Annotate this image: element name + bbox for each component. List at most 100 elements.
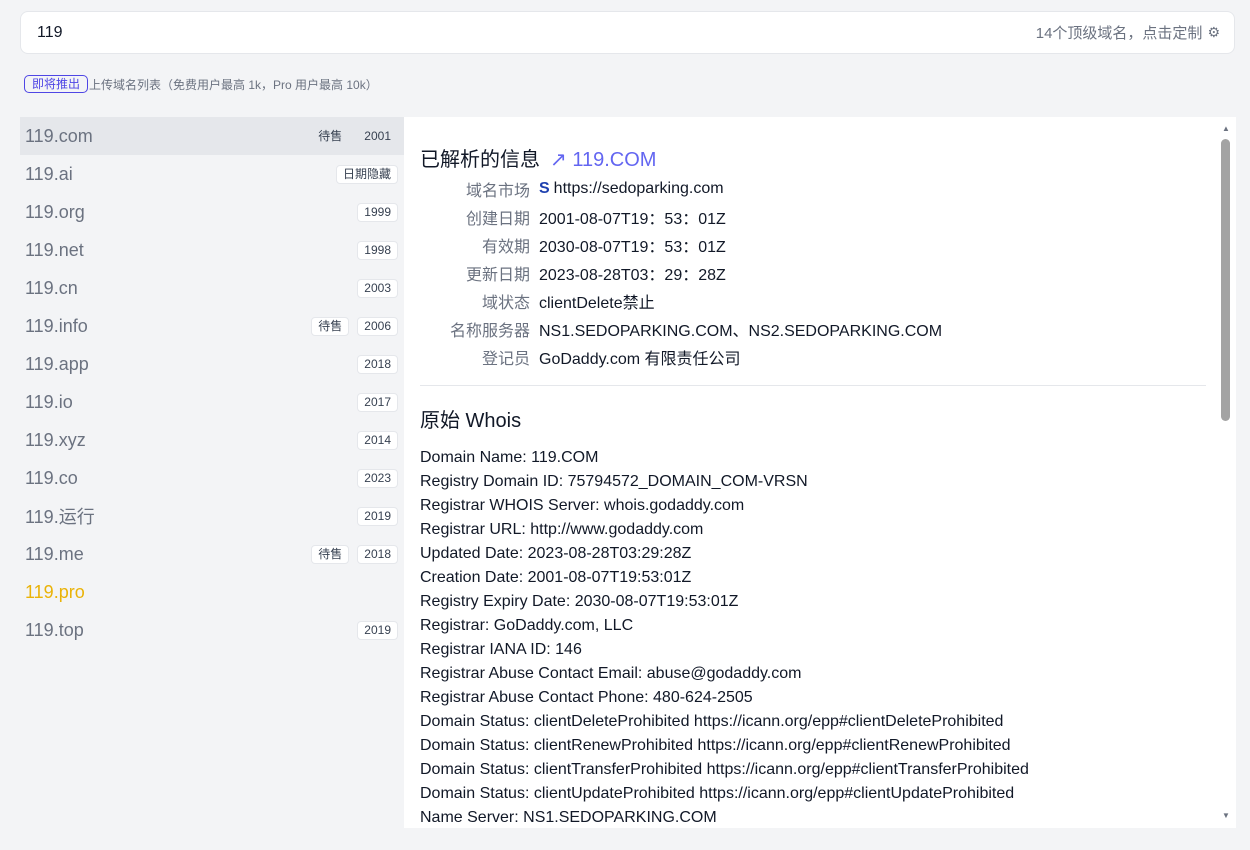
whois-line: Domain Status: clientTransferProhibited … (420, 761, 1029, 778)
domain-external-link[interactable]: ↗ 119.COM (550, 147, 656, 172)
domain-tag-badge: 待售 (318, 128, 343, 143)
info-value-text[interactable]: https://sedoparking.com (554, 180, 724, 198)
info-value: 2023-08-28T03：29：28Z (539, 261, 726, 285)
domain-tags: 2003 (357, 278, 398, 298)
info-value-text: 2023-08-28T03：29：28Z (539, 267, 726, 284)
whois-line: Registry Domain ID: 75794572_DOMAIN_COM-… (420, 473, 808, 490)
domain-tag-badge: 2019 (357, 506, 398, 526)
domain-row[interactable]: 119.pro (20, 573, 404, 611)
domain-tags: 2019 (357, 620, 398, 640)
whois-line: Domain Status: clientDeleteProhibited ht… (420, 713, 1004, 730)
search-input[interactable] (37, 23, 437, 42)
domain-tag-badge: 2014 (357, 430, 398, 450)
domain-row[interactable]: 119.ai 日期隐藏 (20, 155, 404, 193)
info-label: 登记员 (481, 351, 530, 368)
domain-tag-badge: 2018 (357, 354, 398, 374)
domain-tags: 1999 (357, 202, 398, 222)
gear-icon: ⚙ (1207, 24, 1220, 40)
info-row: 有效期 2030-08-07T19：53：01Z (420, 231, 1210, 259)
info-label: 名称服务器 (449, 323, 530, 340)
detail-scrollbar[interactable]: ▲ ▼ (1216, 117, 1236, 828)
domain-row[interactable]: 119.cn 2003 (20, 269, 404, 307)
upload-notice: 即将推出 上传域名列表（免费用户最高 1k，Pro 用户最高 10k） (24, 74, 378, 94)
sedo-logo-icon: S (539, 180, 550, 197)
domain-tag-badge: 2017 (357, 392, 398, 412)
whois-line: Name Server: NS1.SEDOPARKING.COM (420, 809, 717, 826)
coming-soon-badge: 即将推出 (24, 75, 89, 93)
tld-config-label: 14个顶级域名，点击定制 (1035, 25, 1203, 42)
domain-tags: 待售 2001 (311, 127, 398, 146)
info-row: 登记员 GoDaddy.com 有限责任公司 (420, 343, 1210, 371)
info-value: 2001-08-07T19：53：01Z (539, 205, 726, 229)
whois-line: Registrar IANA ID: 146 (420, 641, 582, 658)
scroll-up-arrow-icon[interactable]: ▲ (1221, 124, 1231, 134)
domain-row[interactable]: 119.app 2018 (20, 345, 404, 383)
info-value-text: 2001-08-07T19：53：01Z (539, 211, 726, 228)
domain-name: 119.top (25, 619, 84, 640)
domain-row[interactable]: 119.运行 2019 (20, 497, 404, 535)
scroll-down-arrow-icon[interactable]: ▼ (1221, 811, 1231, 821)
whois-line: Registrar URL: http://www.godaddy.com (420, 521, 704, 538)
domain-row[interactable]: 119.top 2019 (20, 611, 404, 649)
domain-row[interactable]: 119.net 1998 (20, 231, 404, 269)
scroll-thumb[interactable] (1221, 139, 1230, 421)
whois-line: Creation Date: 2001-08-07T19:53:01Z (420, 569, 692, 586)
whois-line: Domain Name: 119.COM (420, 449, 599, 466)
domain-tag-badge: 1999 (357, 202, 398, 222)
domain-tags: 2017 (357, 392, 398, 412)
whois-line: Domain Status: clientRenewProhibited htt… (420, 737, 1011, 754)
domain-tag-badge: 待售 (311, 544, 350, 564)
domain-tags: 2019 (357, 506, 398, 526)
domain-tags: 待售 2006 (311, 316, 398, 336)
domain-name: 119.net (25, 239, 84, 260)
tld-config-button[interactable]: 14个顶级域名，点击定制 ⚙ (1036, 22, 1220, 43)
domain-tags: 2014 (357, 430, 398, 450)
info-value: clientDelete禁止 (539, 289, 655, 313)
info-value: GoDaddy.com 有限责任公司 (539, 345, 741, 369)
info-value: NS1.SEDOPARKING.COM、NS2.SEDOPARKING.COM (539, 317, 942, 341)
info-value-text: clientDelete禁止 (539, 295, 655, 312)
domain-name: 119.pro (25, 581, 85, 602)
whois-line: Registry Expiry Date: 2030-08-07T19:53:0… (420, 593, 739, 610)
domain-tag-badge: 2023 (357, 468, 398, 488)
domain-name: 119.com (25, 125, 93, 146)
domain-name: 119.xyz (25, 429, 86, 450)
info-label: 更新日期 (465, 267, 530, 284)
whois-line: Registrar WHOIS Server: whois.godaddy.co… (420, 497, 745, 514)
info-row: 创建日期 2001-08-07T19：53：01Z (420, 203, 1210, 231)
domain-row[interactable]: 119.info 待售 2006 (20, 307, 404, 345)
info-row: 域状态 clientDelete禁止 (420, 287, 1210, 315)
domain-row[interactable]: 119.me 待售 2018 (20, 535, 404, 573)
domain-tag-badge: 2001 (364, 128, 391, 143)
domain-tags: 2023 (357, 468, 398, 488)
domain-name: 119.me (25, 543, 84, 564)
section-divider (420, 385, 1206, 386)
whois-line: Registrar Abuse Contact Phone: 480-624-2… (420, 689, 753, 706)
parsed-info-header: 已解析的信息 ↗ 119.COM (420, 143, 656, 172)
info-value: Shttps://sedoparking.com (539, 180, 724, 198)
domain-name: 119.io (25, 391, 73, 412)
domain-tags: 1998 (357, 240, 398, 260)
domain-row[interactable]: 119.com 待售 2001 (20, 117, 404, 155)
info-label: 有效期 (481, 239, 530, 256)
info-label: 域状态 (481, 295, 530, 312)
domain-tags: 2018 (357, 354, 398, 374)
domain-row[interactable]: 119.org 1999 (20, 193, 404, 231)
domain-row[interactable]: 119.xyz 2014 (20, 421, 404, 459)
domain-tags: 日期隐藏 (335, 164, 398, 184)
domain-name: 119.org (25, 201, 85, 222)
domain-row[interactable]: 119.co 2023 (20, 459, 404, 497)
domain-tag-badge: 2006 (357, 316, 398, 336)
domain-name: 119.运行 (25, 507, 95, 527)
domain-tag-badge: 1998 (357, 240, 398, 260)
info-value: 2030-08-07T19：53：01Z (539, 233, 726, 257)
domain-tag-badge: 待售 (311, 316, 350, 336)
domain-tag-badge: 日期隐藏 (335, 164, 398, 184)
info-row: 域名市场 Shttps://sedoparking.com (420, 175, 1210, 203)
domain-name: 119.info (25, 315, 88, 336)
raw-whois-title: 原始 Whois (420, 410, 522, 432)
domain-row[interactable]: 119.io 2017 (20, 383, 404, 421)
info-label: 创建日期 (465, 211, 530, 228)
raw-whois-text: Domain Name: 119.COM Registry Domain ID: … (420, 446, 1210, 828)
domain-name: 119.co (25, 467, 78, 488)
